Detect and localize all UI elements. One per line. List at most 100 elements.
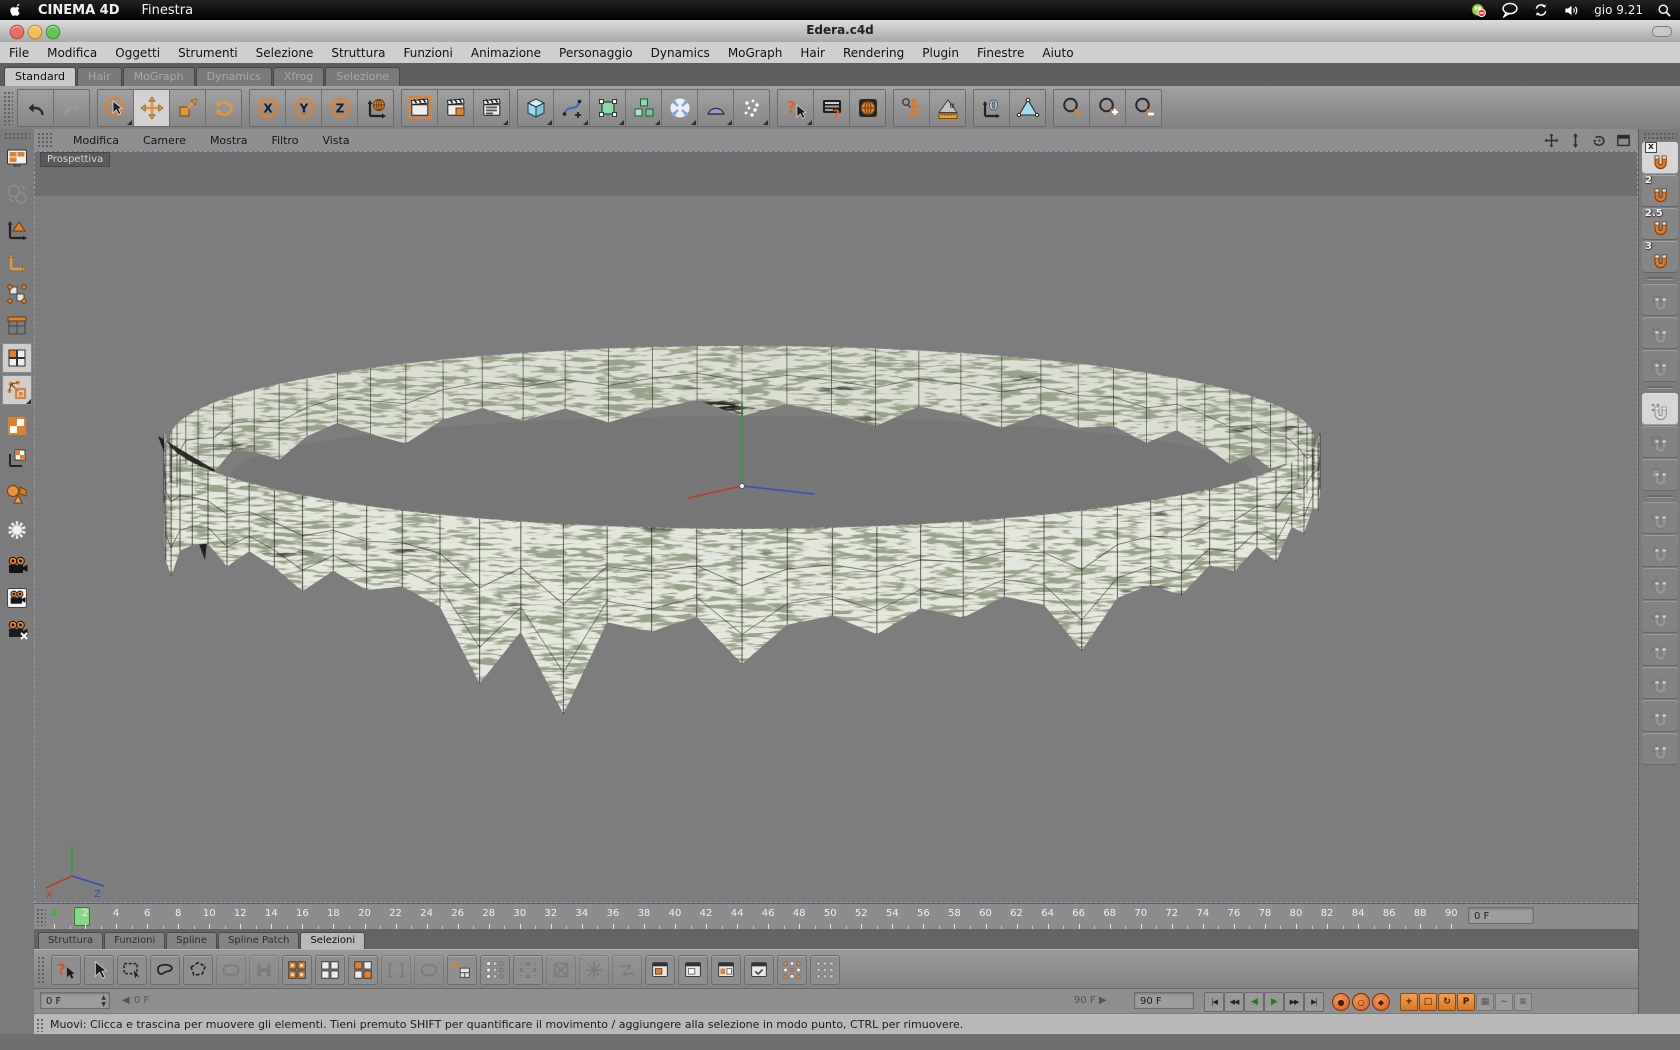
add-generator-icon[interactable] [590,89,626,126]
move-tool-icon[interactable] [134,89,170,126]
perpendicular-snap-icon[interactable] [1642,733,1678,765]
object-filter-icon[interactable] [2,479,32,509]
goto-start-button[interactable]: |◀ [1204,992,1224,1012]
invert-visibility-icon[interactable] [711,954,741,985]
palette-tab-spline-patch[interactable]: Spline Patch [218,932,300,949]
hud-icon[interactable]: ? [814,89,850,126]
menu-item-modifica[interactable]: Modifica [38,46,106,60]
mac-app-name[interactable]: CINEMA 4D [38,3,120,18]
layout-tab-mograph[interactable]: MoGraph [122,67,195,86]
adium-icon[interactable] [1470,2,1487,19]
palette-tab-selezioni[interactable]: Selezioni [300,932,366,949]
viewport-menu-filtro[interactable]: Filtro [259,134,310,147]
grow-selection-icon[interactable] [447,954,477,985]
loop-selection-icon[interactable] [216,954,246,985]
convert-selection-icon[interactable] [579,954,609,985]
record-pla-toggle[interactable]: ▦ [1476,993,1494,1011]
zoom-in-icon[interactable] [1090,89,1126,126]
snap-3d-icon[interactable]: 3 [1642,241,1678,273]
menu-item-dynamics[interactable]: Dynamics [642,46,719,60]
undo-icon[interactable] [18,89,54,126]
texture-axis-mode-icon[interactable] [2,443,32,473]
lasso-selection-icon[interactable] [150,954,180,985]
gear-icon[interactable] [2,515,32,545]
palette-tab-funzioni[interactable]: Funzioni [104,932,166,949]
deselect-all-icon[interactable] [315,954,345,985]
add-environment-icon[interactable] [698,89,734,126]
menu-item-personaggio[interactable]: Personaggio [550,46,642,60]
model-mode-icon[interactable] [2,247,32,277]
menu-item-finestre[interactable]: Finestre [968,46,1033,60]
hide-selected-icon[interactable] [645,954,675,985]
autokey-button[interactable]: ○ [1352,993,1370,1011]
menu-item-struttura[interactable]: Struttura [322,46,394,60]
fill-selection-icon[interactable] [414,954,444,985]
mac-menu-finestra[interactable]: Finestra [142,3,194,18]
menu-item-rendering[interactable]: Rendering [834,46,913,60]
layout-tab-xfrog[interactable]: Xfrog [272,67,325,86]
point-snap-icon[interactable] [1642,317,1678,349]
commander-icon[interactable]: ? [51,954,81,985]
invert-selection-icon[interactable] [348,954,378,985]
snap-off-icon[interactable]: x [1642,142,1678,174]
menu-item-funzioni[interactable]: Funzioni [395,46,462,60]
menu-item-hair[interactable]: Hair [791,46,834,60]
edge-snap-icon[interactable] [1642,426,1678,458]
polygon-snap-icon[interactable] [1642,459,1678,491]
palette-tab-struttura[interactable]: Struttura [38,932,104,949]
zoom-out-icon[interactable] [1126,89,1161,126]
polygon-mode-icon[interactable] [2,343,32,373]
zoom-tool-icon[interactable] [1054,89,1090,126]
content-browser-icon[interactable] [850,89,885,126]
menu-item-strumenti[interactable]: Strumenti [169,46,247,60]
interpolation-toggle[interactable]: ~ [1495,993,1513,1011]
toolbar-grip[interactable] [3,90,13,125]
menu-item-file[interactable]: File [0,46,38,60]
select-all-icon[interactable] [282,954,312,985]
snap-palette-grip[interactable] [1643,132,1677,140]
zoom-view-icon[interactable] [1567,132,1584,149]
edge-mode-icon[interactable] [2,311,32,341]
grid-point-snap-icon[interactable] [1642,284,1678,316]
live-selection-tool-icon[interactable] [84,954,114,985]
current-frame-spinner[interactable]: 0 F ▲ ▼ [40,992,110,1009]
texture-mode-icon[interactable] [2,411,32,441]
lock-y-icon[interactable]: Y [286,89,322,126]
intersection-snap-icon[interactable] [1642,667,1678,699]
chat-icon[interactable] [1501,2,1519,18]
spline-snap-icon[interactable] [1642,634,1678,666]
record-keyframe-button[interactable]: ● [1332,993,1350,1011]
perspective-viewport[interactable]: X Z Prospettiva [34,151,1638,903]
pan-view-icon[interactable] [1543,132,1560,149]
vertex-snap-icon[interactable] [1642,393,1678,425]
unhide-all-icon[interactable] [744,954,774,985]
mac-clock[interactable]: gio 9.21 [1594,3,1643,17]
frame-stepper-arrows[interactable]: ▲ ▼ [101,994,106,1008]
world-coordinates-icon[interactable] [2,179,32,209]
keyframe-selection-button[interactable]: ◆ [1372,993,1390,1011]
toolbar-toggle-pill[interactable] [1652,26,1672,37]
layout-tab-dynamics[interactable]: Dynamics [195,67,272,86]
scale-tool-icon[interactable] [170,89,206,126]
previous-key-button[interactable]: ◀◀ [1224,992,1244,1012]
menu-item-animazione[interactable]: Animazione [462,46,550,60]
menu-item-selezione[interactable]: Selezione [247,46,323,60]
layout-tab-hair[interactable]: Hair [77,67,122,86]
make-editable-icon[interactable] [2,215,32,245]
select-connected-icon[interactable] [546,954,576,985]
viewport-menu-modifica[interactable]: Modifica [61,134,131,147]
hide-unselected-icon[interactable] [678,954,708,985]
maximize-view-icon[interactable] [1615,132,1632,149]
axis-snap-icon[interactable] [1642,502,1678,534]
goto-end-button[interactable]: ▶| [1304,992,1324,1012]
apple-menu-icon[interactable] [10,2,24,18]
shrink-selection-icon[interactable] [513,954,543,985]
restore-selection-icon[interactable] [810,954,840,985]
snap-25d-icon[interactable]: 2.5 [1642,208,1678,240]
transfer-selection-icon[interactable] [612,954,642,985]
rectangle-selection-icon[interactable] [117,954,147,985]
render-camera-icon[interactable] [2,583,32,613]
view-label[interactable]: Prospettiva [40,152,111,167]
polygon-tool-icon[interactable] [1010,89,1045,126]
add-modeling-object-icon[interactable] [626,89,662,126]
